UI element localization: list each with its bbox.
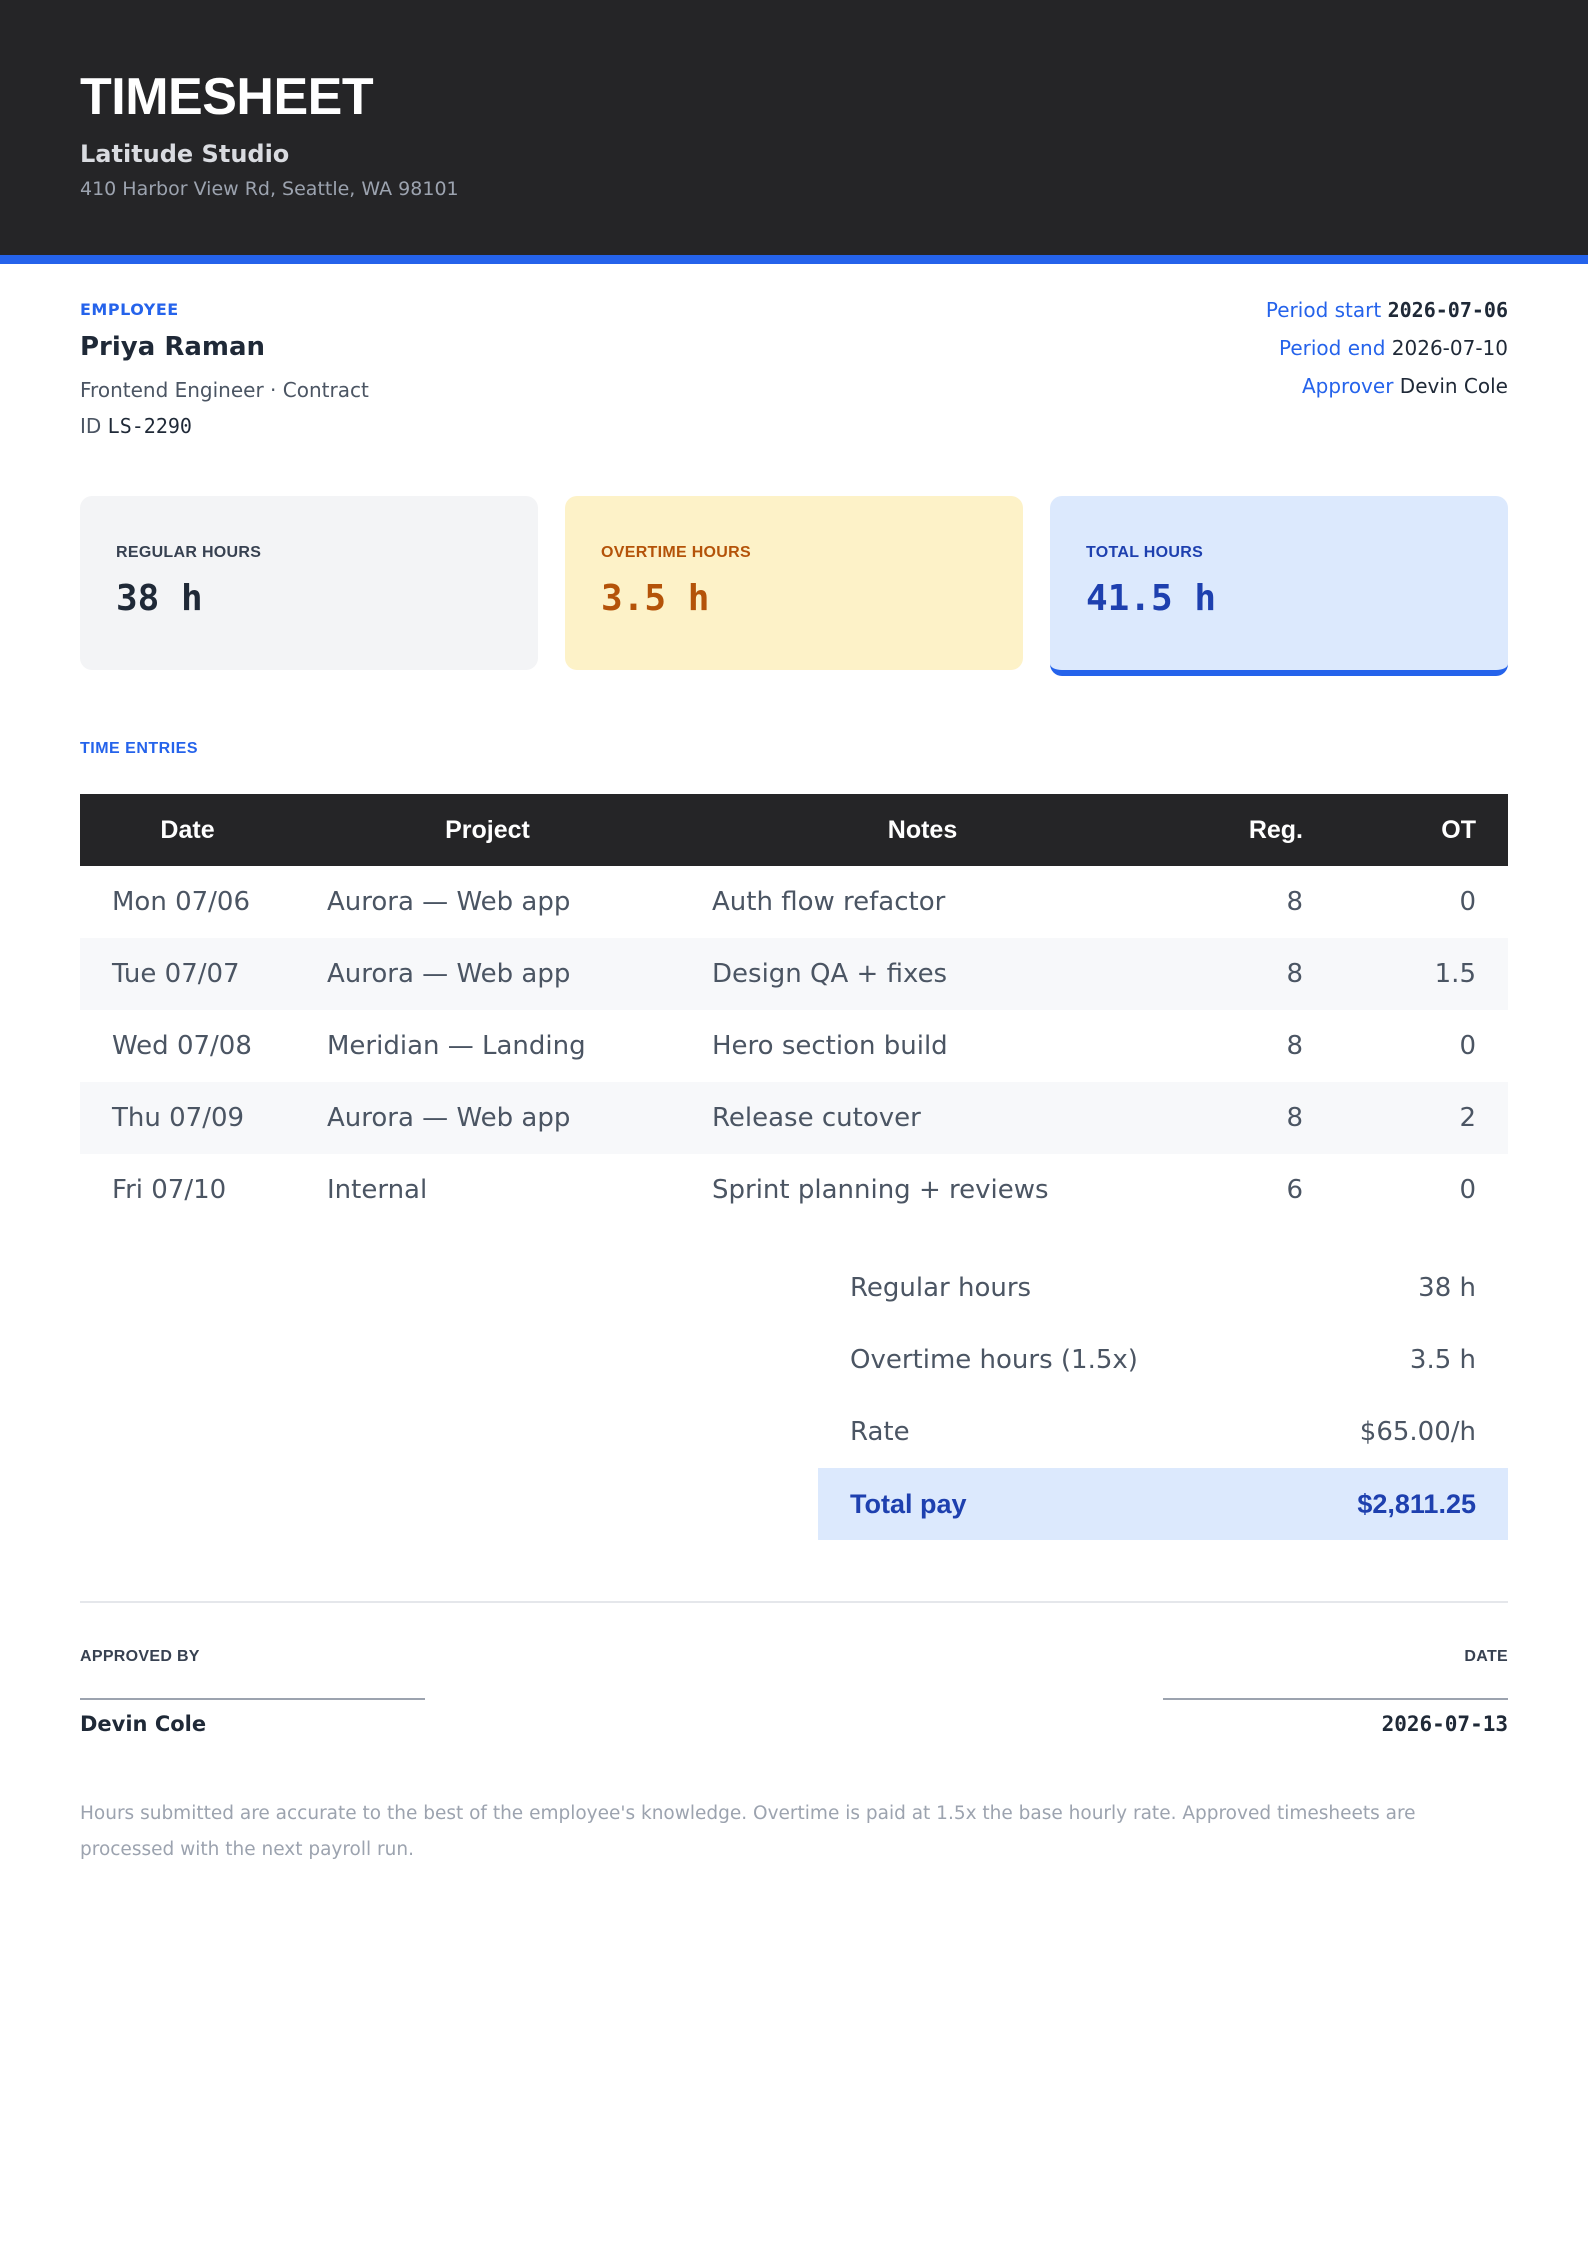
entry-regular-hours: 8 bbox=[1286, 1103, 1303, 1133]
regular-hours-value: 38 h bbox=[116, 578, 203, 619]
entry-regular-hours: 6 bbox=[1286, 1175, 1303, 1205]
entry-date: Mon 07/06 bbox=[112, 887, 251, 917]
entry-regular-hours: 8 bbox=[1286, 959, 1303, 989]
entry-regular-hours: 8 bbox=[1286, 1031, 1303, 1061]
entry-project: Meridian — Landing bbox=[327, 1031, 586, 1061]
pay-summary-table: Regular hours 38 h Overtime hours (1.5x)… bbox=[818, 1252, 1508, 1540]
summary-regular-value: 38 h bbox=[1418, 1273, 1476, 1303]
date-label: DATE bbox=[1464, 1648, 1508, 1665]
summary-overtime-label: Overtime hours (1.5x) bbox=[850, 1345, 1138, 1375]
table-row: Tue 07/07 Aurora — Web app Design QA + f… bbox=[80, 938, 1508, 1010]
entry-notes: Release cutover bbox=[712, 1103, 921, 1133]
summary-rate-value: $65.00/h bbox=[1359, 1417, 1476, 1447]
table-header-row: Date Project Notes Reg. OT bbox=[80, 794, 1508, 866]
time-entries-table: Date Project Notes Reg. OT Mon 07/06 Aur… bbox=[80, 794, 1508, 1226]
period-start-label: Period start bbox=[1265, 298, 1382, 322]
column-header-date: Date bbox=[160, 815, 215, 844]
entry-regular-hours: 8 bbox=[1286, 887, 1303, 917]
employee-role: Frontend Engineer · Contract bbox=[80, 378, 369, 402]
overtime-hours-card: OVERTIME HOURS 3.5 h bbox=[565, 496, 1023, 670]
approver-label: Approver bbox=[1301, 374, 1394, 398]
entry-overtime-hours: 2 bbox=[1459, 1103, 1476, 1133]
entry-overtime-hours: 0 bbox=[1459, 1175, 1476, 1205]
total-pay-label: Total pay bbox=[850, 1488, 967, 1519]
entry-project: Internal bbox=[327, 1175, 428, 1205]
table-row: Wed 07/08 Meridian — Landing Hero sectio… bbox=[80, 1010, 1508, 1082]
approver: Approver Devin Cole bbox=[1302, 374, 1508, 398]
overtime-hours-label: OVERTIME HOURS bbox=[601, 544, 751, 561]
period-end-label: Period end bbox=[1279, 336, 1386, 360]
period-start: Period start 2026-07-06 bbox=[1266, 298, 1508, 322]
table-row: Fri 07/10 Internal Sprint planning + rev… bbox=[80, 1154, 1508, 1226]
approval-date: 2026-07-13 bbox=[1381, 1712, 1508, 1736]
total-pay-value: $2,811.25 bbox=[1357, 1488, 1476, 1519]
regular-hours-card: REGULAR HOURS 38 h bbox=[80, 496, 538, 670]
overtime-hours-value: 3.5 h bbox=[601, 578, 710, 619]
summary-regular-label: Regular hours bbox=[850, 1273, 1032, 1303]
time-entries-title: TIME ENTRIES bbox=[80, 740, 199, 757]
hours-summary-cards: REGULAR HOURS 38 h OVERTIME HOURS 3.5 h … bbox=[80, 496, 1508, 676]
column-header-notes: Notes bbox=[887, 815, 958, 844]
footnote: Hours submitted are accurate to the best… bbox=[80, 1803, 1416, 1860]
employee-period-section: EMPLOYEE Priya Raman Frontend Engineer ·… bbox=[0, 264, 1588, 464]
period-end-value: 2026-07-10 bbox=[1391, 336, 1508, 360]
entry-date: Wed 07/08 bbox=[112, 1031, 252, 1061]
entry-notes: Sprint planning + reviews bbox=[712, 1175, 1049, 1205]
total-hours-value: 41.5 h bbox=[1086, 578, 1217, 619]
employee-section-label: EMPLOYEE bbox=[80, 300, 179, 319]
employee-id-value: LS-2290 bbox=[107, 414, 192, 438]
entry-project: Aurora — Web app bbox=[327, 887, 571, 917]
period-start-value: 2026-07-06 bbox=[1387, 298, 1508, 322]
column-header-project: Project bbox=[445, 815, 530, 844]
signature-line bbox=[80, 1698, 425, 1700]
summary-row-overtime: Overtime hours (1.5x) 3.5 h bbox=[818, 1324, 1508, 1396]
summary-row-total: Total pay $2,811.25 bbox=[818, 1468, 1508, 1540]
date-line bbox=[1163, 1698, 1508, 1700]
entry-overtime-hours: 1.5 bbox=[1434, 959, 1476, 989]
total-hours-label: TOTAL HOURS bbox=[1086, 544, 1204, 561]
company-name: Latitude Studio bbox=[80, 140, 290, 168]
period-end: Period end 2026-07-10 bbox=[1279, 336, 1508, 360]
column-header-reg: Reg. bbox=[1248, 815, 1303, 844]
entry-overtime-hours: 0 bbox=[1459, 887, 1476, 917]
employee-id-label: ID bbox=[80, 414, 102, 438]
summary-rate-label: Rate bbox=[850, 1417, 910, 1447]
section-divider bbox=[80, 1601, 1508, 1603]
timesheet-header: TIMESHEET Latitude Studio 410 Harbor Vie… bbox=[0, 0, 1588, 264]
entry-notes: Hero section build bbox=[712, 1031, 948, 1061]
employee-id: ID LS-2290 bbox=[80, 414, 192, 438]
approved-by-label: APPROVED BY bbox=[80, 1648, 200, 1665]
entry-date: Fri 07/10 bbox=[112, 1175, 227, 1205]
entry-notes: Auth flow refactor bbox=[712, 887, 946, 917]
table-row: Mon 07/06 Aurora — Web app Auth flow ref… bbox=[80, 866, 1508, 938]
table-row: Thu 07/09 Aurora — Web app Release cutov… bbox=[80, 1082, 1508, 1154]
approver-signature-name: Devin Cole bbox=[80, 1712, 207, 1736]
entry-overtime-hours: 0 bbox=[1459, 1031, 1476, 1061]
entry-project: Aurora — Web app bbox=[327, 1103, 571, 1133]
summary-overtime-value: 3.5 h bbox=[1409, 1345, 1476, 1375]
employee-name: Priya Raman bbox=[80, 332, 266, 362]
entry-date: Thu 07/09 bbox=[112, 1103, 245, 1133]
total-hours-card: TOTAL HOURS 41.5 h bbox=[1050, 496, 1508, 676]
company-address: 410 Harbor View Rd, Seattle, WA 98101 bbox=[80, 178, 459, 200]
entry-date: Tue 07/07 bbox=[112, 959, 240, 989]
entry-project: Aurora — Web app bbox=[327, 959, 571, 989]
entry-notes: Design QA + fixes bbox=[712, 959, 948, 989]
regular-hours-label: REGULAR HOURS bbox=[116, 544, 262, 561]
summary-row-rate: Rate $65.00/h bbox=[818, 1396, 1508, 1468]
approver-value: Devin Cole bbox=[1399, 374, 1508, 398]
summary-row-regular: Regular hours 38 h bbox=[818, 1252, 1508, 1324]
page-title: TIMESHEET bbox=[80, 68, 374, 126]
column-header-ot: OT bbox=[1441, 815, 1476, 844]
